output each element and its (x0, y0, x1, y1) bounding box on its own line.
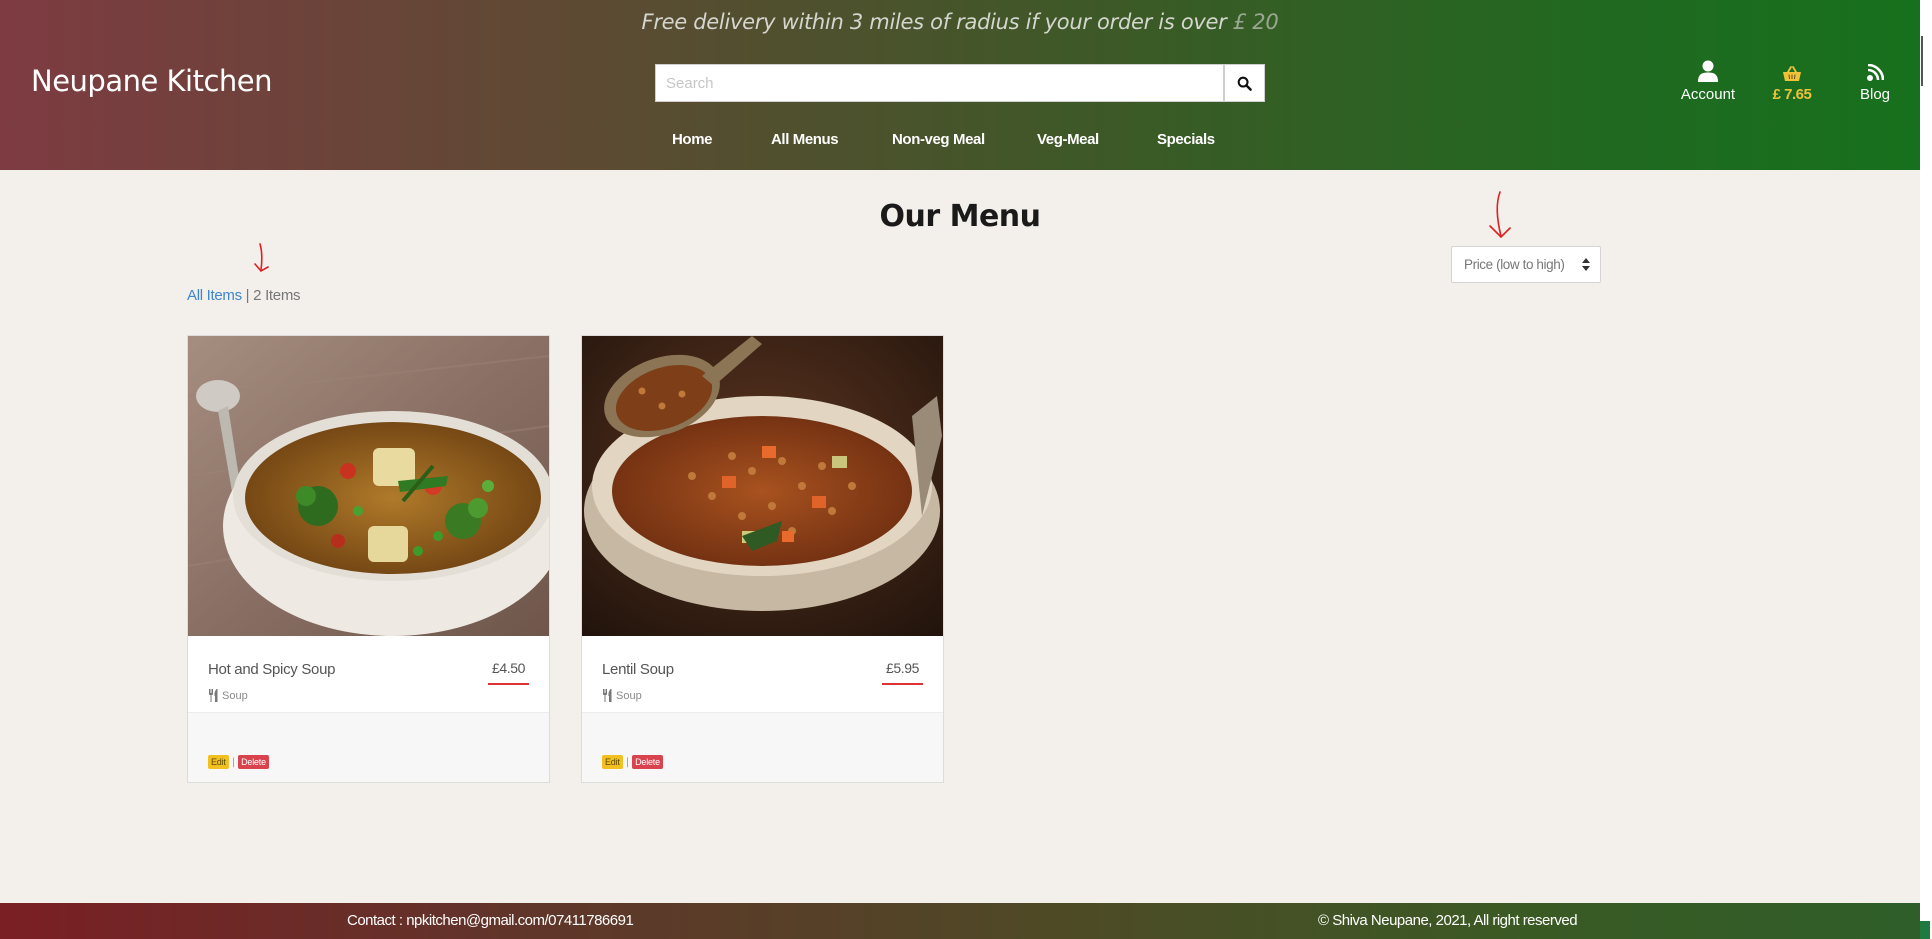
category-label: Soup (222, 689, 248, 702)
utensils-icon (209, 689, 218, 702)
account-link[interactable]: Account (1678, 56, 1738, 103)
card-footer (188, 712, 549, 782)
promo-amount: £ 20 (1232, 10, 1279, 34)
sort-select[interactable]: Price (low to high) (1451, 246, 1601, 283)
category-label: Soup (616, 689, 642, 702)
blog-icon (1867, 64, 1884, 81)
nav-specials[interactable]: Specials (1157, 131, 1215, 148)
nav-non-veg-meal[interactable]: Non-veg Meal (892, 131, 985, 148)
edit-button[interactable]: Edit (208, 755, 229, 769)
blog-label: Blog (1859, 86, 1891, 103)
product-price: £4.50 (487, 660, 529, 685)
search-input[interactable] (655, 64, 1224, 102)
annotation-arrow-icon (1489, 191, 1511, 239)
sort-caret-icon (1582, 258, 1590, 271)
product-category[interactable]: Soup (208, 689, 248, 702)
viewport: Free delivery within 3 miles of radius i… (0, 0, 1920, 939)
product-image[interactable] (582, 336, 943, 636)
product-category[interactable]: Soup (602, 689, 642, 702)
user-icon (1698, 60, 1718, 82)
scrollbar-thumb[interactable] (1921, 36, 1923, 86)
item-count-bar: All Items | 2 Items (187, 287, 301, 304)
promo-text: Free delivery within 3 miles of radius i… (641, 10, 1227, 34)
all-items-link[interactable]: All Items (187, 287, 242, 304)
cart-link[interactable]: £ 7.65 (1765, 56, 1819, 103)
main-nav: Home All Menus Non-veg Meal Veg-Meal Spe… (0, 131, 1920, 155)
page-title: Our Menu (879, 199, 1041, 234)
search-icon (1237, 76, 1252, 91)
vegetable-soup-image (188, 336, 549, 636)
action-separator: | (625, 756, 630, 768)
promo-banner: Free delivery within 3 miles of radius i… (0, 10, 1920, 34)
search-form (655, 64, 1265, 102)
account-label: Account (1680, 86, 1736, 103)
window-edge (1920, 0, 1932, 939)
sort-selected-value: Price (low to high) (1464, 257, 1565, 272)
page-footer: Contact : npkitchen@gmail.com/0741178669… (0, 903, 1920, 939)
card-actions: Edit | Delete (602, 755, 663, 769)
delete-button[interactable]: Delete (238, 755, 269, 769)
product-card: Lentil Soup £5.95 Soup Edit | Delete (581, 335, 944, 783)
cart-total: £ 7.65 (1772, 86, 1812, 103)
footer-contact[interactable]: Contact : npkitchen@gmail.com/0741178669… (347, 912, 634, 929)
footer-copyright: © Shiva Neupane, 2021, All right reserve… (1318, 912, 1578, 929)
filter-separator: | (241, 287, 254, 304)
search-button[interactable] (1224, 64, 1265, 102)
card-actions: Edit | Delete (208, 755, 269, 769)
lentil-soup-image (582, 336, 943, 636)
product-name[interactable]: Lentil Soup (602, 661, 674, 678)
annotation-arrow-icon (254, 243, 269, 273)
nav-veg-meal[interactable]: Veg-Meal (1037, 131, 1099, 148)
basket-icon (1783, 66, 1801, 81)
utensils-icon (603, 689, 612, 702)
product-name[interactable]: Hot and Spicy Soup (208, 661, 335, 678)
nav-all-menus[interactable]: All Menus (771, 131, 839, 148)
action-separator: | (231, 756, 236, 768)
card-footer (582, 712, 943, 782)
delete-button[interactable]: Delete (632, 755, 663, 769)
product-image[interactable] (188, 336, 549, 636)
edit-button[interactable]: Edit (602, 755, 623, 769)
nav-home[interactable]: Home (672, 131, 712, 148)
product-card: Hot and Spicy Soup £4.50 Soup Edit | Del… (187, 335, 550, 783)
top-header: Free delivery within 3 miles of radius i… (0, 0, 1920, 170)
product-price: £5.95 (881, 660, 923, 685)
item-count: 2 Items (253, 287, 301, 304)
corner-indicator (1920, 921, 1930, 939)
blog-link[interactable]: Blog (1855, 56, 1895, 103)
brand-logo[interactable]: Neupane Kitchen (31, 64, 273, 98)
